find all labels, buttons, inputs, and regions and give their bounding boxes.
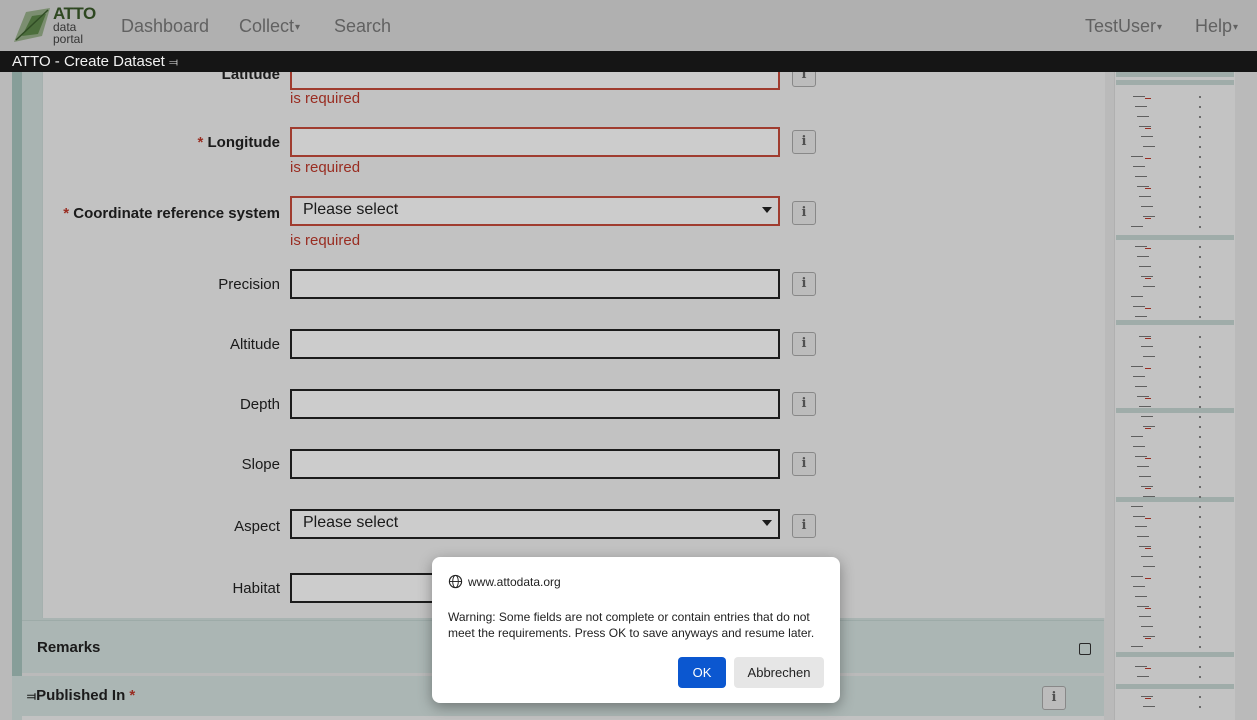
confirm-dialog: www.attodata.org Warning: Some fields ar…: [432, 557, 840, 703]
page-title-top[interactable]: ATTO - Create Dataset ⫤: [12, 51, 178, 73]
page-title-bar-top: ATTO - Create Dataset ⫤: [0, 51, 1257, 72]
dialog-host: www.attodata.org: [468, 575, 561, 589]
globe-icon: [448, 574, 463, 589]
dialog-message: Warning: Some fields are not complete or…: [448, 610, 815, 640]
double-chevron-down-icon: ⫤: [169, 55, 179, 69]
cancel-button[interactable]: Abbrechen: [734, 657, 824, 688]
ok-button[interactable]: OK: [678, 657, 726, 688]
